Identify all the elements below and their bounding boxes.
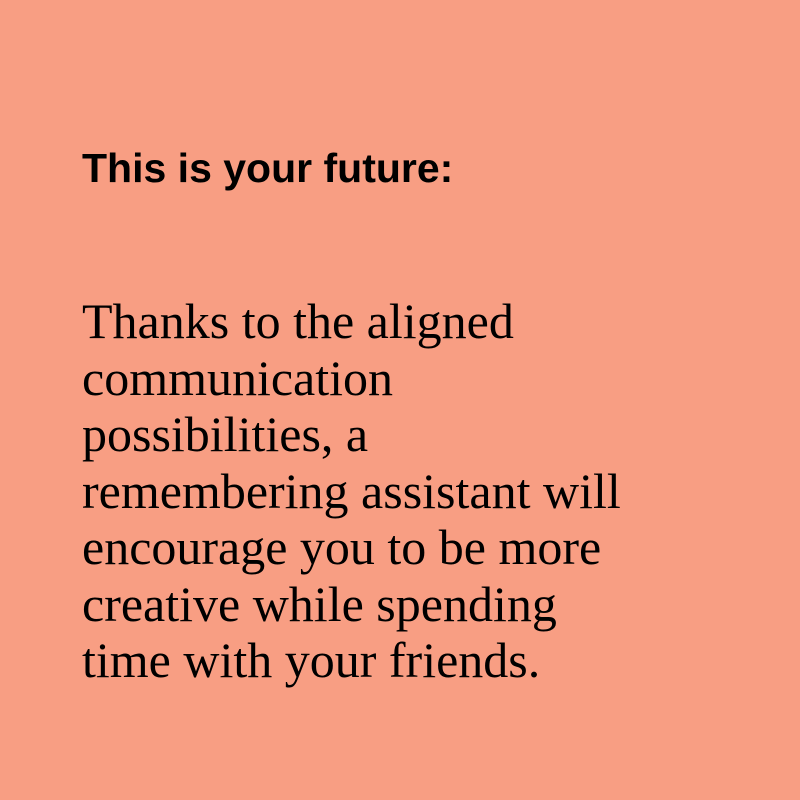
slide-card: This is your future: Thanks to the align…: [0, 0, 800, 800]
body-paragraph: Thanks to the aligned communication poss…: [82, 293, 732, 689]
body-line: time with your friends.: [82, 632, 541, 688]
headline: This is your future:: [82, 145, 454, 191]
body-line: Thanks to the aligned: [82, 293, 514, 349]
body-line: encourage you to be more: [82, 519, 602, 575]
body-line: remembering assistant will: [82, 462, 621, 519]
body-line: possibilities, a: [82, 406, 369, 462]
body-line: creative while spending: [82, 575, 557, 632]
body-line: communication: [82, 349, 394, 406]
